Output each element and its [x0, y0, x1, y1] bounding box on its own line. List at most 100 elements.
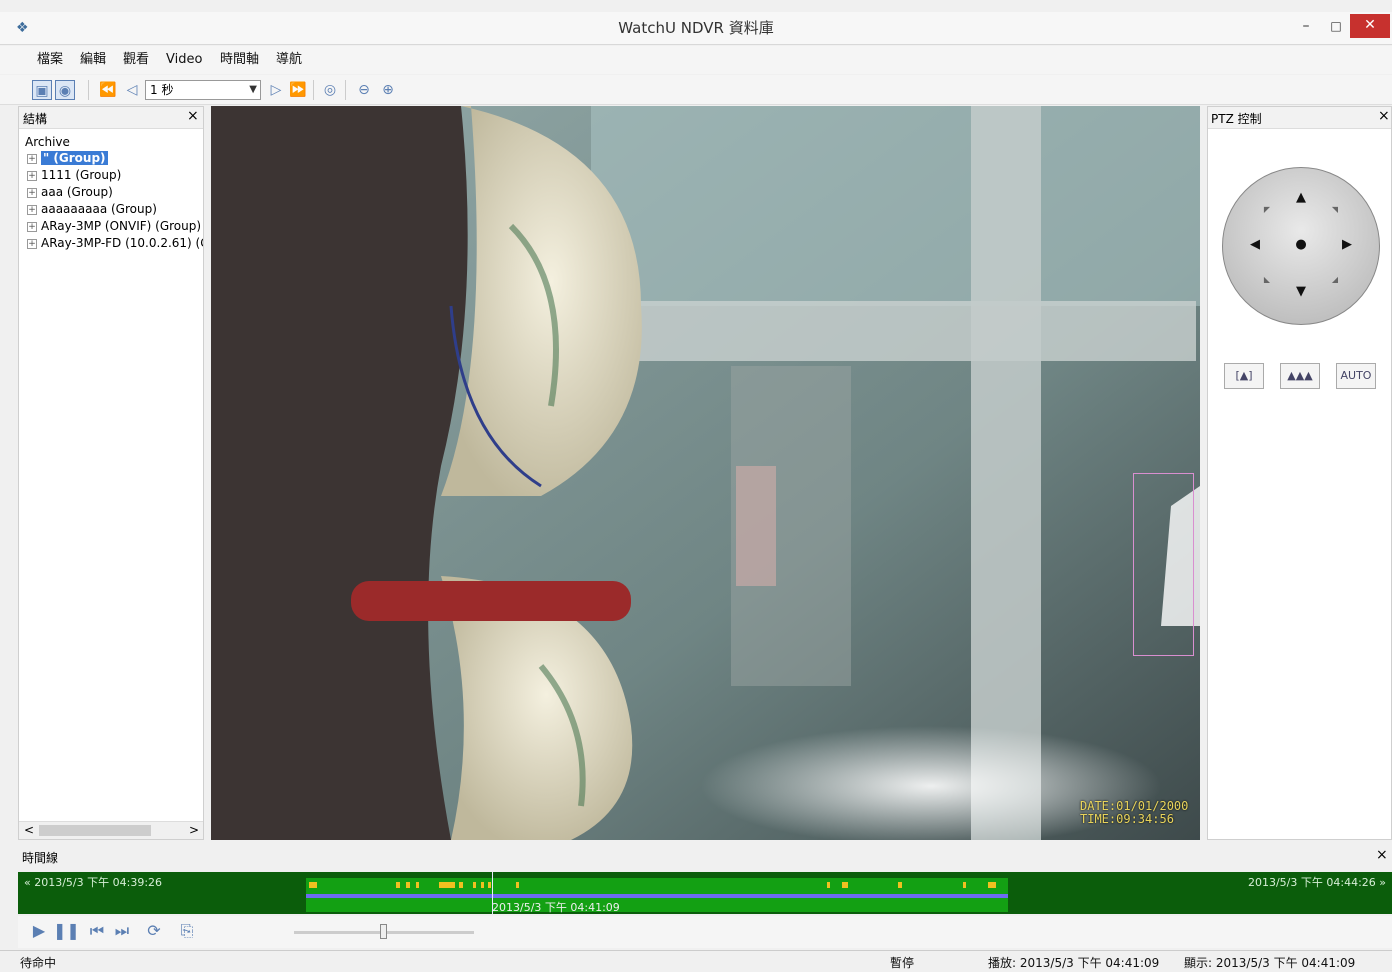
menu-file[interactable]: 檔案: [37, 51, 63, 69]
structure-panel: 結構 × Archive + " (Group) +1111 (Group) + a…: [18, 106, 204, 840]
close-icon[interactable]: ×: [1376, 847, 1388, 863]
close-button[interactable]: ✕: [1350, 14, 1390, 38]
expand-icon[interactable]: +: [27, 238, 37, 249]
menu-video[interactable]: Video: [166, 51, 202, 69]
step-back-icon[interactable]: ◁: [122, 80, 142, 100]
menu-edit[interactable]: 編輯: [80, 51, 106, 69]
maximize-button[interactable]: □: [1322, 16, 1350, 38]
fast-forward-icon[interactable]: ⏩: [288, 80, 308, 100]
single-view-icon[interactable]: ▣: [32, 80, 52, 100]
scroll-left-icon[interactable]: <: [24, 823, 34, 837]
structure-panel-title: 結構: [23, 112, 48, 126]
status-text: 待命中: [20, 956, 57, 970]
minimize-button[interactable]: –: [1292, 16, 1320, 38]
tree-item-label: aaa (Group): [41, 185, 113, 199]
speed-value: 1 秒: [150, 83, 174, 97]
close-icon[interactable]: ×: [1378, 108, 1390, 124]
timeline-start[interactable]: « 2013/5/3 下午 04:39:26: [24, 874, 162, 890]
volume-slider-thumb[interactable]: [380, 924, 387, 939]
tree-item[interactable]: + aaaaaaaaa (Group): [27, 201, 203, 218]
status-bar: 待命中 暫停 播放: 2013/5/3 下午 04:41:09 顯示: 2013…: [0, 950, 1392, 972]
play-icon[interactable]: ▶: [28, 920, 50, 942]
horizontal-scrollbar[interactable]: < >: [19, 821, 203, 839]
record-view-icon[interactable]: ◉: [55, 80, 75, 100]
pan-left-icon[interactable]: ◀: [1245, 235, 1265, 255]
tree-item[interactable]: + ARay-3MP-FD (10.0.2.61) (Gro: [27, 235, 203, 252]
loop-icon[interactable]: ⟳: [143, 920, 165, 942]
ptz-panel: PTZ 控制 × ▲ ▼ ◀ ▶ ● ◤ ◥ ◣ ◢ [▲] ▲▲▲ AUTO: [1207, 106, 1392, 840]
menu-view[interactable]: 觀看: [123, 51, 149, 69]
recording-line: [306, 894, 1008, 898]
motion-marker: [481, 882, 484, 888]
tree-item[interactable]: + ARay-3MP (ONVIF) (Group): [27, 218, 203, 235]
snapshot-icon[interactable]: ◎: [320, 80, 340, 100]
playback-state: 暫停: [890, 956, 915, 970]
display-time: 顯示: 2013/5/3 下午 04:41:09: [1184, 956, 1356, 970]
menu-bar: 檔案 編輯 觀看 Video 時間軸 導航: [0, 46, 1392, 74]
tree-item[interactable]: + " (Group): [27, 150, 203, 167]
step-forward-icon[interactable]: ▷: [266, 80, 286, 100]
auto-button[interactable]: AUTO: [1336, 363, 1376, 389]
close-icon[interactable]: ×: [187, 108, 199, 124]
structure-panel-header: 結構 ×: [19, 107, 203, 129]
playback-bar: ▶ ❚❚ ⏮ ⏭ ⟳ ⎘: [18, 916, 1392, 948]
scroll-right-icon[interactable]: >: [189, 823, 199, 837]
expand-icon[interactable]: +: [27, 153, 37, 164]
pan-down-icon[interactable]: ▼: [1291, 282, 1311, 302]
toolbar-separator: [313, 80, 314, 100]
ptz-joystick: ▲ ▼ ◀ ▶ ● ◤ ◥ ◣ ◢: [1222, 167, 1380, 325]
ptz-home-icon[interactable]: ●: [1291, 235, 1311, 255]
motion-marker: [963, 882, 966, 888]
pan-up-left-icon[interactable]: ◤: [1257, 200, 1277, 220]
menu-navigate[interactable]: 導航: [276, 51, 302, 69]
pause-icon[interactable]: ❚❚: [53, 920, 80, 942]
video-view[interactable]: [211, 106, 1200, 840]
toolbar-separator: [88, 80, 89, 100]
skip-start-icon[interactable]: ⏮: [86, 920, 108, 942]
zoom-in-icon[interactable]: ⊕: [378, 80, 398, 100]
timeline-track[interactable]: « 2013/5/3 下午 04:39:26 2013/5/3 下午 04:44…: [18, 872, 1392, 914]
tree-item-label: " (Group): [41, 151, 108, 165]
zoom-button[interactable]: ▲▲▲: [1280, 363, 1320, 389]
play-time: 播放: 2013/5/3 下午 04:41:09: [988, 956, 1160, 970]
pan-down-left-icon[interactable]: ◣: [1257, 270, 1277, 290]
motion-marker: [396, 882, 400, 888]
trees-icon: ▲▲▲: [1287, 369, 1313, 382]
osd-time: TIME:09:34:56: [1080, 812, 1174, 826]
scrollbar-thumb[interactable]: [39, 825, 151, 836]
video-frame: [211, 106, 1200, 840]
tree-item[interactable]: +1111 (Group): [27, 167, 203, 184]
tree-root[interactable]: Archive: [25, 135, 70, 149]
motion-marker: [416, 882, 419, 888]
menu-timeline[interactable]: 時間軸: [220, 51, 259, 69]
motion-marker: [406, 882, 410, 888]
pan-down-right-icon[interactable]: ◢: [1325, 270, 1345, 290]
tree-item[interactable]: + aaa (Group): [27, 184, 203, 201]
tree-item-label: ARay-3MP (ONVIF) (Group): [41, 219, 202, 233]
expand-icon[interactable]: +: [27, 170, 37, 181]
motion-marker: [898, 882, 902, 888]
timeline-end[interactable]: 2013/5/3 下午 04:44:26 »: [1248, 874, 1386, 890]
ptz-panel-header: PTZ 控制 ×: [1208, 107, 1391, 129]
expand-icon[interactable]: +: [27, 221, 37, 232]
fast-rewind-icon[interactable]: ⏪: [98, 80, 118, 100]
focus-icon: [▲]: [1235, 369, 1253, 382]
pan-up-icon[interactable]: ▲: [1291, 188, 1311, 208]
export-icon[interactable]: ⎘: [176, 920, 198, 942]
toolbar-separator: [345, 80, 346, 100]
expand-icon[interactable]: +: [27, 204, 37, 215]
pan-up-right-icon[interactable]: ◥: [1325, 200, 1345, 220]
speed-select[interactable]: 1 秒 ▼: [145, 80, 261, 100]
toolbar: ▣ ◉ ⏪ ◁ 1 秒 ▼ ▷ ⏩ ◎ ⊖ ⊕: [0, 75, 1392, 105]
tree-item-label: ARay-3MP-FD (10.0.2.61) (Gro: [41, 236, 203, 250]
motion-marker: [488, 882, 491, 888]
pan-right-icon[interactable]: ▶: [1337, 235, 1357, 255]
tree-item-label: aaaaaaaaa (Group): [41, 202, 157, 216]
skip-end-icon[interactable]: ⏭: [111, 920, 133, 942]
focus-near-button[interactable]: [▲]: [1224, 363, 1264, 389]
zoom-out-icon[interactable]: ⊖: [354, 80, 374, 100]
expand-icon[interactable]: +: [27, 187, 37, 198]
timeline-title: 時間線: [22, 851, 59, 865]
motion-marker: [988, 882, 996, 888]
title-bar: ❖ WatchU NDVR 資料庫 – □ ✕: [0, 12, 1392, 45]
